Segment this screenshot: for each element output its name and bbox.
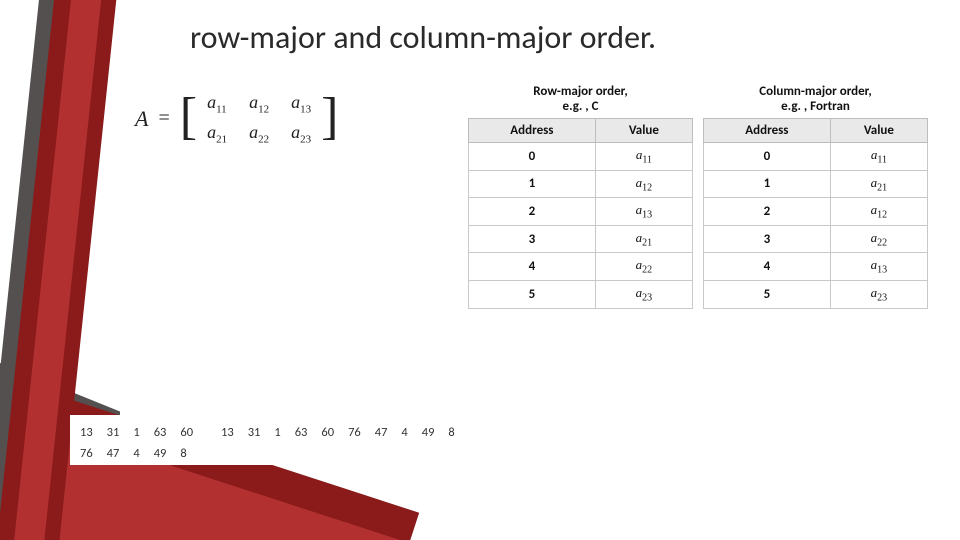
num-cell: 31: [107, 425, 120, 440]
table-row: 5a23: [469, 280, 693, 308]
col-header-value: Value: [595, 119, 692, 143]
matrix-cell: a23: [291, 122, 311, 146]
table-row: 5a23: [704, 280, 928, 308]
col-header-address: Address: [469, 119, 596, 143]
left-bracket-icon: [: [180, 91, 197, 143]
table-row: 3a21: [469, 225, 693, 253]
right-bracket-icon: ]: [321, 91, 338, 143]
num-cell: 13: [80, 425, 93, 440]
num-cell: 60: [180, 425, 193, 440]
matrix-cell: a13: [291, 92, 311, 116]
num-cell: 47: [375, 425, 388, 461]
num-cell: 76: [348, 425, 361, 461]
layout-tables: Row-major order,e.g. , C AddressValue 0a…: [468, 80, 928, 309]
numeric-example: 13 31 1 63 60 76 47 4 49 8 13 31 1 63 60…: [80, 425, 455, 461]
table-row: 4a13: [704, 253, 928, 281]
matrix-cell: a11: [207, 92, 227, 116]
matrix-cell: a12: [249, 92, 269, 116]
table-row: 3a22: [704, 225, 928, 253]
matrix-grid: a11 a12 a13 a21 a22 a23: [207, 92, 311, 145]
num-cell: 31: [248, 425, 261, 461]
matrix-cell: a21: [207, 122, 227, 146]
col-header-value: Value: [830, 119, 927, 143]
matrix-cell: a22: [249, 122, 269, 146]
num-cell: 60: [321, 425, 334, 461]
table-row: 2a13: [469, 198, 693, 226]
matrix-equation: A = [ a11 a12 a13 a21 a22 a23 ]: [135, 92, 338, 145]
matrix-lhs: A: [135, 106, 148, 132]
row-major-table: Row-major order,e.g. , C AddressValue 0a…: [468, 80, 693, 309]
slide: row-major and column-major order. A = [ …: [0, 0, 960, 540]
col-header-address: Address: [704, 119, 831, 143]
num-cell: 13: [221, 425, 234, 461]
num-cell: 8: [448, 425, 454, 461]
num-cell: 49: [154, 446, 167, 461]
slide-title: row-major and column-major order.: [190, 18, 656, 57]
table-row: 1a12: [469, 170, 693, 198]
num-cell: 49: [422, 425, 435, 461]
table-row: 2a12: [704, 198, 928, 226]
table-row: 0a11: [469, 143, 693, 171]
num-cell: 1: [274, 425, 280, 461]
num-cell: 76: [80, 446, 93, 461]
num-cell: 8: [180, 446, 193, 461]
num-cell: 4: [401, 425, 407, 461]
table-row: 0a11: [704, 143, 928, 171]
table-row: 1a21: [704, 170, 928, 198]
table-row: 4a22: [469, 253, 693, 281]
num-cell: 63: [295, 425, 308, 461]
num-cell: 63: [154, 425, 167, 440]
num-cell: 4: [133, 446, 139, 461]
numeric-row-1x10: 13 31 1 63 60 76 47 4 49 8: [221, 425, 455, 461]
row-major-title: Row-major order,e.g. , C: [469, 80, 693, 119]
column-major-table: Column-major order,e.g. , Fortran Addres…: [703, 80, 928, 309]
column-major-title: Column-major order,e.g. , Fortran: [704, 80, 928, 119]
equals-sign: =: [158, 107, 169, 130]
num-cell: 1: [133, 425, 139, 440]
numeric-matrix-2x5: 13 31 1 63 60 76 47 4 49 8: [80, 425, 193, 461]
num-cell: 47: [107, 446, 120, 461]
